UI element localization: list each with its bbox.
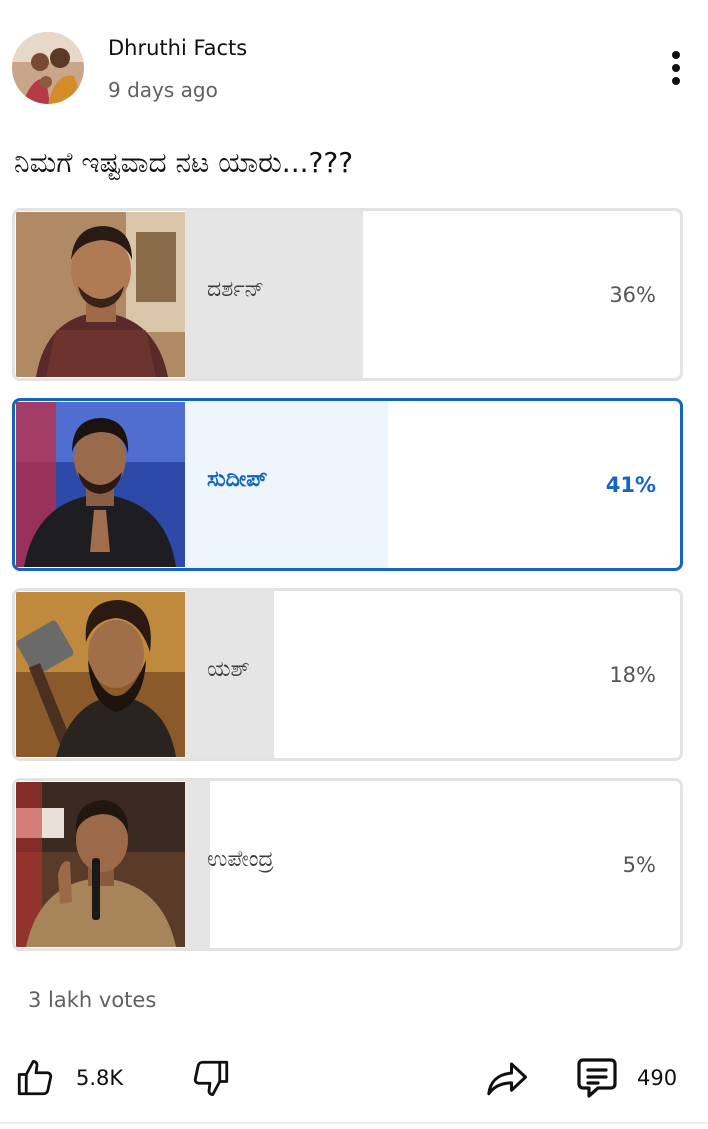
option-image bbox=[16, 782, 185, 947]
poll-option[interactable]: ಸುದೀಪ್ 41% bbox=[12, 398, 683, 571]
option-label: ಸುದೀಪ್ bbox=[207, 467, 268, 492]
option-image bbox=[16, 212, 185, 377]
option-label: ಉಪೇಂದ್ರ bbox=[207, 847, 274, 872]
poll-option[interactable]: ದರ್ಶನ್ 36% bbox=[12, 208, 683, 381]
dislike-button[interactable] bbox=[190, 1052, 232, 1104]
option-label: ಯಶ್ bbox=[207, 657, 250, 682]
poll-question: ನಿಮಗೆ ಇಷ್ಟವಾದ ನಟ ಯಾರು...??? bbox=[14, 146, 354, 179]
option-percentage: 36% bbox=[609, 283, 656, 307]
option-image bbox=[16, 402, 185, 567]
total-votes: 3 lakh votes bbox=[28, 988, 157, 1012]
post-header: Dhruthi Facts 9 days ago bbox=[0, 0, 708, 125]
post-timestamp: 9 days ago bbox=[108, 78, 218, 102]
like-count: 5.8K bbox=[76, 1066, 124, 1090]
option-percentage: 5% bbox=[622, 853, 656, 877]
poll-option[interactable]: ಉಪೇಂದ್ರ 5% bbox=[12, 778, 683, 951]
option-label: ದರ್ಶನ್ bbox=[207, 277, 265, 302]
comment-bubble-icon bbox=[573, 1055, 621, 1101]
more-options-button[interactable] bbox=[660, 46, 692, 90]
option-percentage: 41% bbox=[605, 473, 656, 497]
more-vert-icon bbox=[672, 51, 680, 59]
comment-count: 490 bbox=[637, 1066, 678, 1090]
channel-name[interactable]: Dhruthi Facts bbox=[108, 36, 247, 60]
channel-avatar[interactable] bbox=[12, 32, 84, 104]
share-button[interactable] bbox=[484, 1052, 532, 1104]
comments-button[interactable]: 490 bbox=[573, 1052, 677, 1104]
option-percentage: 18% bbox=[609, 663, 656, 687]
share-arrow-icon bbox=[484, 1057, 532, 1099]
thumbs-down-icon bbox=[190, 1057, 232, 1099]
option-image bbox=[16, 592, 185, 757]
like-button[interactable]: 5.8K bbox=[14, 1052, 123, 1104]
poll-option[interactable]: ಯಶ್ 18% bbox=[12, 588, 683, 761]
divider bbox=[0, 1122, 708, 1124]
thumbs-up-icon bbox=[14, 1057, 56, 1099]
